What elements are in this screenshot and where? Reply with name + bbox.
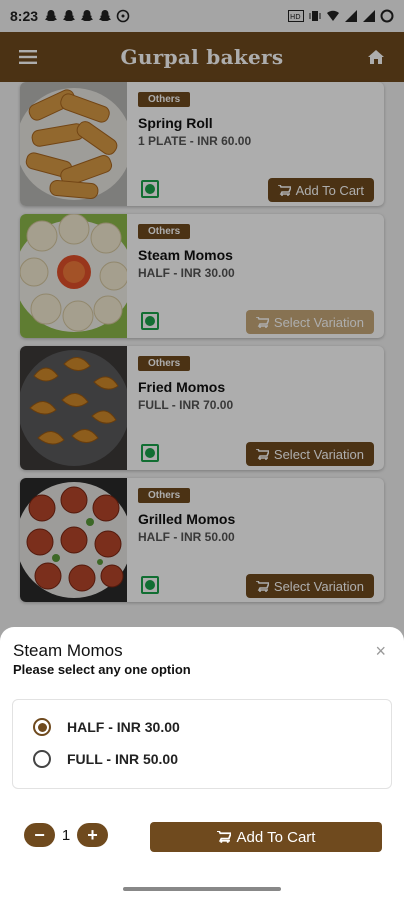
option-label: HALF - INR 30.00 <box>67 719 180 735</box>
sheet-title: Steam Momos <box>13 641 123 660</box>
cart-icon <box>216 831 231 843</box>
radio-unselected-icon[interactable] <box>33 750 51 768</box>
variation-bottom-sheet: Steam Momos Please select any one option… <box>0 627 404 900</box>
home-gesture-handle[interactable] <box>123 887 281 891</box>
add-to-cart-label: Add To Cart <box>236 828 316 846</box>
quantity-value: 1 <box>61 826 71 844</box>
quantity-stepper: − 1 + <box>24 823 108 847</box>
option-label: FULL - INR 50.00 <box>67 751 178 767</box>
decrement-button[interactable]: − <box>24 823 55 847</box>
option-half[interactable]: HALF - INR 30.00 <box>33 718 180 736</box>
increment-button[interactable]: + <box>77 823 108 847</box>
variation-options: HALF - INR 30.00 FULL - INR 50.00 <box>12 699 392 789</box>
radio-selected-icon[interactable] <box>33 718 51 736</box>
close-icon[interactable]: × <box>375 641 386 662</box>
system-nav-bar <box>0 882 404 900</box>
sheet-add-to-cart-button[interactable]: Add To Cart <box>150 822 382 852</box>
option-full[interactable]: FULL - INR 50.00 <box>33 750 178 768</box>
sheet-subtitle: Please select any one option <box>13 662 191 677</box>
